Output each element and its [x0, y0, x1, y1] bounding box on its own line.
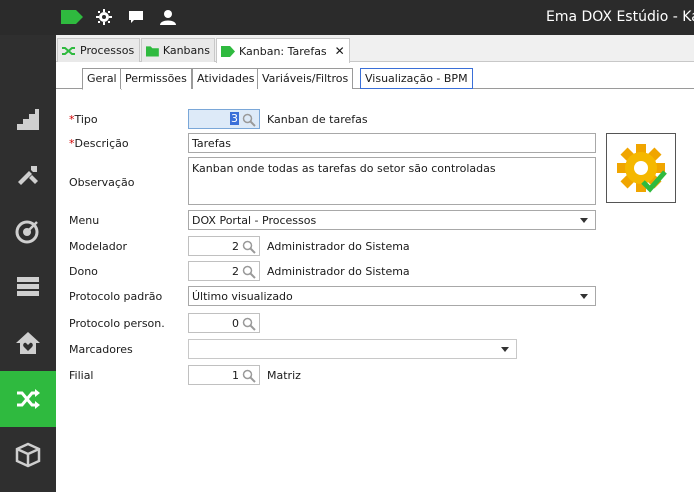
tipo-label: *Tipo	[69, 113, 98, 126]
protocolo-person-field[interactable]: 0	[188, 313, 260, 333]
window-tabs: Processos Kanbans Kanban: Tarefas ✕	[56, 35, 694, 63]
search-icon[interactable]	[242, 265, 256, 282]
tag-icon[interactable]	[61, 10, 83, 27]
target-icon[interactable]	[0, 203, 56, 259]
observacao-value: Kanban onde todas as tarefas do setor sã…	[192, 162, 496, 175]
modelador-label: Modelador	[69, 240, 128, 253]
tab-atividades[interactable]: Atividades	[192, 68, 260, 89]
form-tabs: Geral Permissões Atividades Variáveis/Fi…	[56, 63, 694, 90]
tipo-value: 3	[230, 112, 239, 125]
protocolo-padrao-select[interactable]: Último visualizado	[188, 286, 596, 306]
gear-check-icon	[617, 144, 667, 193]
shuffle-icon	[62, 46, 75, 55]
close-icon[interactable]: ✕	[335, 44, 345, 58]
protocolo-person-value: 0	[232, 317, 239, 330]
kanban-image[interactable]	[606, 133, 676, 203]
protocolo-person-label: Protocolo person.	[69, 317, 165, 330]
search-icon[interactable]	[242, 113, 256, 130]
descricao-input[interactable]: Tarefas	[188, 133, 596, 153]
home-heart-icon[interactable]	[0, 315, 56, 371]
tab-kanbans[interactable]: Kanbans	[141, 38, 215, 62]
tipo-description: Kanban de tarefas	[267, 113, 368, 126]
modelador-description: Administrador do Sistema	[267, 240, 410, 253]
top-bar: Ema DOX Estúdio - Ka	[0, 0, 694, 35]
filial-value: 1	[232, 369, 239, 382]
chevron-down-icon	[580, 294, 588, 299]
tab-label: Kanban: Tarefas	[239, 44, 327, 58]
tab-visualizacao-bpm[interactable]: Visualização - BPM	[360, 68, 473, 89]
observacao-label: Observação	[69, 176, 135, 189]
marcadores-label: Marcadores	[69, 343, 133, 356]
marcadores-select[interactable]	[188, 339, 517, 359]
descricao-value: Tarefas	[192, 137, 232, 150]
chat-icon[interactable]	[128, 9, 144, 28]
package-icon[interactable]	[0, 427, 56, 483]
tab-kanban-tarefas[interactable]: Kanban: Tarefas ✕	[216, 38, 350, 63]
protocolo-padrao-label: Protocolo padrão	[69, 290, 163, 303]
search-icon[interactable]	[242, 369, 256, 386]
tab-label: Kanbans	[162, 44, 210, 57]
dono-label: Dono	[69, 265, 98, 278]
descricao-label: *Descrição	[69, 137, 129, 150]
tipo-field[interactable]: 3	[188, 109, 260, 129]
tag-icon	[221, 45, 235, 57]
chevron-down-icon	[501, 347, 509, 352]
stairs-icon[interactable]	[0, 91, 56, 147]
dono-description: Administrador do Sistema	[267, 265, 410, 278]
tab-label: Processos	[80, 44, 135, 57]
dono-value: 2	[232, 265, 239, 278]
menu-label: Menu	[69, 214, 100, 227]
menu-value: DOX Portal - Processos	[192, 214, 317, 227]
filial-label: Filial	[69, 369, 94, 382]
menu-select[interactable]: DOX Portal - Processos	[188, 210, 596, 230]
tab-variaveis-filtros[interactable]: Variáveis/Filtros	[257, 68, 354, 89]
server-icon[interactable]	[0, 259, 56, 315]
protocolo-padrao-value: Último visualizado	[192, 290, 293, 303]
tab-permissoes[interactable]: Permissões	[120, 68, 192, 89]
folder-icon	[146, 45, 159, 56]
filial-description: Matriz	[267, 369, 301, 382]
search-icon[interactable]	[242, 317, 256, 334]
dono-field[interactable]: 2	[188, 261, 260, 281]
tools-icon[interactable]	[0, 147, 56, 203]
tab-geral[interactable]: Geral	[82, 68, 122, 90]
search-icon[interactable]	[242, 240, 256, 257]
user-icon[interactable]	[160, 9, 176, 28]
shuffle-icon[interactable]	[0, 371, 56, 427]
chevron-down-icon	[580, 218, 588, 223]
filial-field[interactable]: 1	[188, 365, 260, 385]
tab-processos[interactable]: Processos	[57, 38, 140, 62]
observacao-textarea[interactable]: Kanban onde todas as tarefas do setor sã…	[188, 157, 596, 205]
sidebar	[0, 35, 56, 492]
modelador-value: 2	[232, 240, 239, 253]
gear-icon[interactable]	[96, 9, 112, 28]
modelador-field[interactable]: 2	[188, 236, 260, 256]
app-title: Ema DOX Estúdio - Ka	[546, 9, 694, 25]
